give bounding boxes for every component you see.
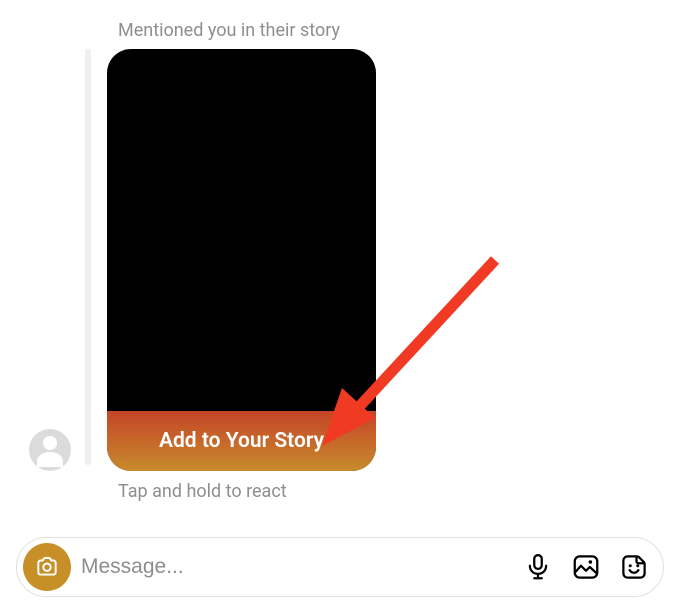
camera-icon [34, 554, 60, 580]
story-preview-card[interactable]: Add to Your Story [107, 49, 376, 471]
gallery-button[interactable] [567, 548, 605, 586]
add-to-story-label: Add to Your Story [159, 429, 324, 453]
message-composer [16, 537, 664, 597]
react-hint-label: Tap and hold to react [118, 481, 656, 502]
voice-button[interactable] [519, 548, 557, 586]
microphone-icon [523, 552, 553, 582]
message-row: Add to Your Story [24, 49, 656, 471]
message-input[interactable] [81, 555, 509, 579]
camera-button[interactable] [23, 543, 71, 591]
message-divider [85, 49, 91, 465]
avatar[interactable] [29, 429, 71, 471]
image-icon [571, 552, 601, 582]
sticker-button[interactable] [615, 548, 653, 586]
mention-label: Mentioned you in their story [118, 20, 656, 41]
sticker-icon [619, 552, 649, 582]
add-to-story-button[interactable]: Add to Your Story [107, 411, 376, 471]
